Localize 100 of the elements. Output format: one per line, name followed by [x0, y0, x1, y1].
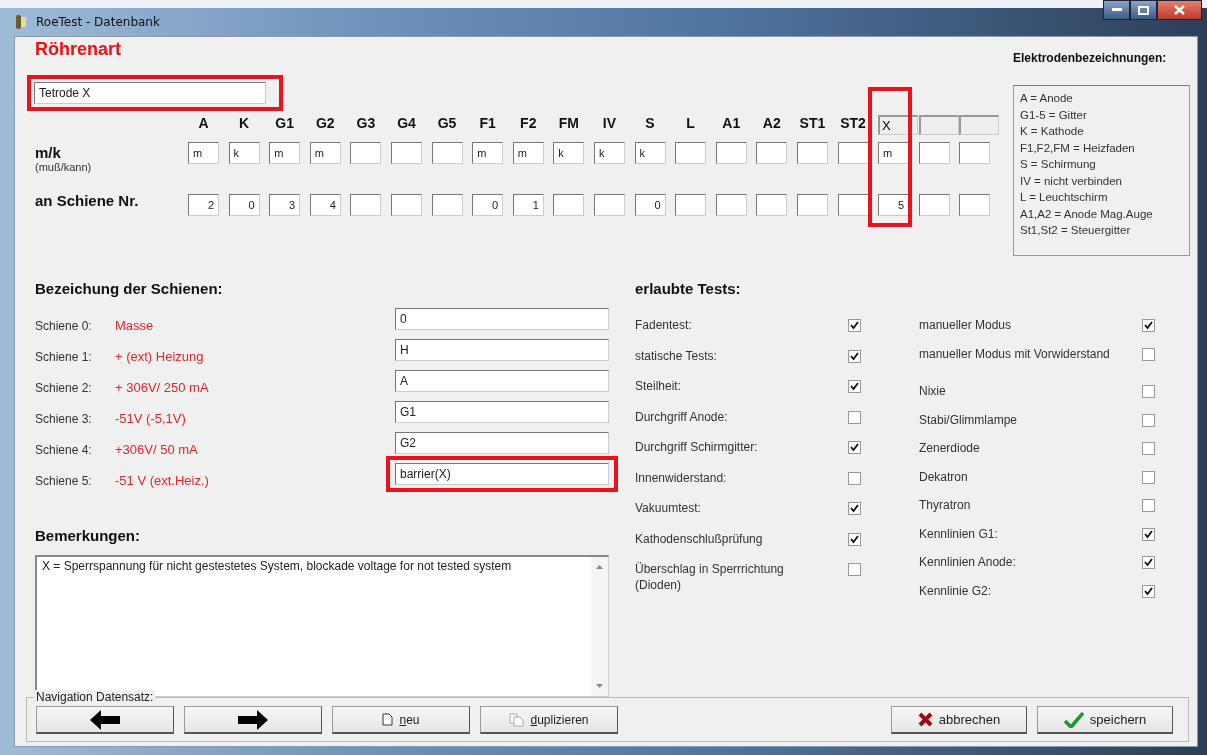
new-button[interactable]: neu [332, 706, 470, 734]
maximize-button[interactable] [1130, 0, 1157, 20]
rail-label: Schiene 2: [35, 381, 93, 395]
mk-field[interactable] [837, 142, 869, 164]
mk-field[interactable] [675, 142, 707, 164]
mk-field[interactable] [918, 142, 950, 164]
legend-line: A1,A2 = Anode Mag.Auge [1020, 206, 1154, 222]
checkbox[interactable] [1142, 527, 1155, 541]
mk-field[interactable]: m [188, 142, 219, 164]
rail-number-field[interactable]: 0 [472, 194, 504, 216]
checkbox[interactable] [848, 532, 861, 546]
rail-number-field[interactable] [796, 194, 828, 216]
scrollbar[interactable] [591, 557, 608, 696]
save-button[interactable]: speichern [1037, 706, 1173, 734]
mk-field[interactable]: k [228, 142, 260, 164]
test-label: Kennlinie G2: [919, 582, 993, 599]
checkbox[interactable] [1142, 442, 1155, 455]
rail-name-field[interactable]: A [395, 370, 609, 392]
rail-name-field[interactable]: 0 [395, 308, 609, 330]
legend-line: A = Anode [1020, 91, 1074, 106]
rail-number-field[interactable]: 0 [228, 194, 260, 216]
rail-number-field[interactable] [431, 194, 463, 216]
previous-button[interactable] [36, 706, 174, 734]
mk-field[interactable] [390, 142, 422, 164]
rail-label: Schiene 1: [35, 350, 93, 364]
checkbox[interactable] [1142, 556, 1155, 569]
checkbox[interactable] [848, 349, 861, 363]
mk-field[interactable]: m [309, 142, 341, 164]
checkbox[interactable] [1142, 413, 1155, 427]
rail-number-field[interactable] [675, 194, 707, 216]
checkbox[interactable] [848, 380, 861, 393]
electrode-label: A2 [761, 115, 782, 133]
rail-number-field[interactable] [959, 194, 991, 216]
mk-field[interactable]: k [593, 142, 625, 164]
next-button[interactable] [184, 706, 322, 734]
duplicate-button[interactable]: duplizieren [480, 706, 618, 734]
mk-field[interactable] [350, 142, 382, 164]
electrode-label: G5 [436, 115, 458, 133]
mk-field[interactable] [796, 142, 828, 164]
rail-number-field[interactable]: 5 [878, 194, 910, 216]
checkbox[interactable] [848, 441, 861, 454]
electrode-label: G2 [314, 115, 336, 133]
checkbox[interactable] [1142, 499, 1155, 512]
rail-number-field[interactable] [390, 194, 422, 216]
checkbox[interactable] [848, 502, 861, 515]
checkbox[interactable] [1142, 470, 1155, 484]
rail-name-field[interactable]: barrier(X) [395, 463, 609, 485]
scroll-up-icon[interactable] [596, 565, 603, 569]
mk-field[interactable] [431, 142, 463, 164]
rail-label: Schiene 0: [35, 319, 93, 333]
rail-number-field[interactable] [837, 194, 869, 216]
mk-field[interactable] [756, 142, 788, 164]
mk-field[interactable]: m [269, 142, 301, 164]
rail-number-field[interactable]: 0 [634, 194, 666, 216]
rail-description: -51 V (ext.Heiz.) [115, 473, 210, 488]
rail-description: +306V/ 50 mA [115, 442, 199, 457]
rail-number-field[interactable] [715, 194, 747, 216]
tube-type-field[interactable]: Tetrode X [34, 82, 266, 104]
checkbox[interactable] [848, 410, 861, 424]
rail-number-field[interactable] [918, 194, 950, 216]
checkbox[interactable] [1142, 319, 1155, 332]
checkbox[interactable] [1142, 347, 1155, 361]
mk-field[interactable]: m [878, 142, 910, 164]
checkbox[interactable] [1142, 584, 1155, 598]
rail-number-field[interactable]: 3 [269, 194, 301, 216]
rail-number-field[interactable] [593, 194, 625, 216]
rail-number-field[interactable] [553, 194, 585, 216]
checkmark-icon [850, 351, 859, 361]
rail-name-field[interactable]: G1 [395, 401, 609, 423]
checkbox[interactable] [848, 471, 861, 485]
rail-number-field[interactable]: 2 [188, 194, 219, 216]
electrode-name-field[interactable] [959, 115, 1000, 135]
rail-name-field[interactable]: G2 [395, 432, 609, 454]
electrode-label: ST1 [798, 115, 827, 133]
cross-icon [917, 712, 933, 727]
legend-line: G1-5 = Gitter [1020, 107, 1088, 123]
rail-name-field[interactable]: H [395, 339, 609, 361]
rail-number-field[interactable]: 4 [309, 194, 341, 216]
minimize-button[interactable] [1103, 0, 1130, 20]
rail-number-field[interactable] [756, 194, 788, 216]
checkmark-icon [1144, 558, 1154, 567]
checkbox[interactable] [1142, 385, 1155, 398]
rail-number-field[interactable]: 1 [512, 194, 544, 216]
legend-line: S = Schirmung [1020, 157, 1097, 172]
electrode-name-field[interactable] [918, 115, 959, 135]
checkbox[interactable] [848, 563, 861, 576]
checkbox[interactable] [848, 319, 861, 332]
electrode-name-field[interactable]: X [878, 115, 919, 135]
mk-field[interactable] [959, 142, 991, 164]
test-label: Kennlinien Anode: [919, 554, 1017, 570]
mk-field[interactable]: m [472, 142, 504, 164]
scroll-down-icon[interactable] [596, 684, 603, 688]
mk-field[interactable] [715, 142, 747, 164]
mk-field[interactable]: k [634, 142, 666, 164]
rail-number-field[interactable] [350, 194, 382, 216]
cancel-button[interactable]: abbrechen [891, 706, 1027, 734]
mk-field[interactable]: k [553, 142, 585, 164]
test-label: Innenwiderstand: [635, 469, 728, 486]
mk-field[interactable]: m [512, 142, 544, 164]
close-button[interactable] [1157, 0, 1202, 20]
